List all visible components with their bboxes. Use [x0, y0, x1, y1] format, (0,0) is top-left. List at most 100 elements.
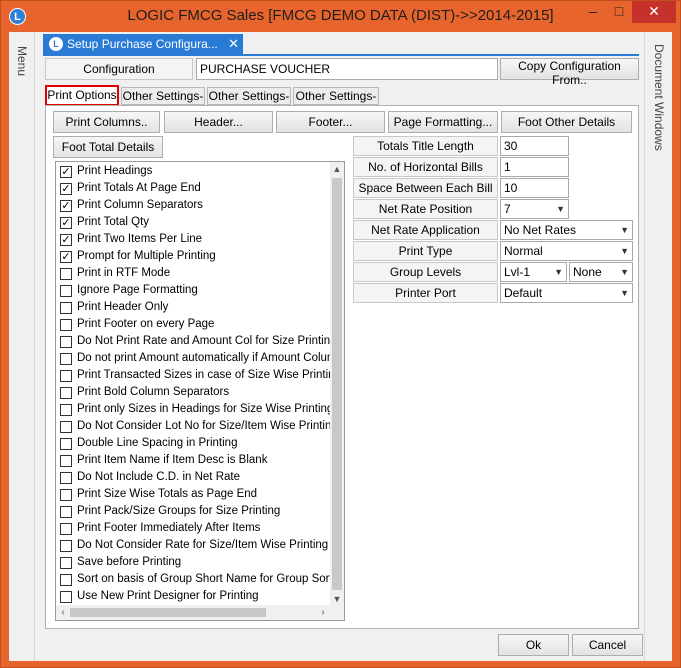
- checklist-item[interactable]: Double Line Spacing in Printing: [60, 436, 332, 453]
- page-formatting-button[interactable]: Page Formatting...: [388, 111, 498, 133]
- checklist-item[interactable]: Save before Printing: [60, 555, 332, 572]
- space-between-bills-label: Space Between Each Bill: [353, 178, 498, 198]
- group-levels-select[interactable]: Lvl-1 ▼: [500, 262, 567, 282]
- checkbox-unchecked[interactable]: [60, 353, 72, 365]
- checkbox-unchecked[interactable]: [60, 302, 72, 314]
- foot-other-details-button[interactable]: Foot Other Details: [501, 111, 632, 133]
- printer-port-select[interactable]: Default ▼: [500, 283, 633, 303]
- checkbox-unchecked[interactable]: [60, 574, 72, 586]
- checkbox-unchecked[interactable]: [60, 387, 72, 399]
- checklist-item[interactable]: Print Pack/Size Groups for Size Printing: [60, 504, 332, 521]
- minimize-button[interactable]: –: [580, 1, 606, 23]
- checklist-item[interactable]: Do Not Consider Lot No for Size/Item Wis…: [60, 419, 332, 436]
- header-button[interactable]: Header...: [164, 111, 273, 133]
- checkbox-unchecked[interactable]: [60, 523, 72, 535]
- checklist-item-label: Print Column Separators: [77, 199, 203, 211]
- close-button[interactable]: ✕: [632, 1, 676, 23]
- checklist-item[interactable]: ✓ Print Total Qty: [60, 215, 332, 232]
- checkbox-unchecked[interactable]: [60, 319, 72, 331]
- checklist-item[interactable]: Ignore Page Formatting: [60, 283, 332, 300]
- checklist-horizontal-scrollbar[interactable]: ‹ ›: [56, 605, 344, 620]
- menu-sidebar[interactable]: Menu: [9, 32, 35, 661]
- checkbox-unchecked[interactable]: [60, 421, 72, 433]
- checklist-item[interactable]: ✓ Print Two Items Per Line: [60, 232, 332, 249]
- checklist-item[interactable]: ✓ Print Totals At Page End: [60, 181, 332, 198]
- checklist-item-label: Print Totals At Page End: [77, 182, 201, 194]
- checkbox-checked[interactable]: ✓: [60, 251, 72, 263]
- checkbox-unchecked[interactable]: [60, 404, 72, 416]
- print-columns-button[interactable]: Print Columns..: [53, 111, 160, 133]
- checklist-item[interactable]: Print in RTF Mode: [60, 266, 332, 283]
- checklist-item[interactable]: Print Transacted Sizes in case of Size W…: [60, 368, 332, 385]
- checkbox-unchecked[interactable]: [60, 489, 72, 501]
- checklist-item[interactable]: Sort on basis of Group Short Name for Gr…: [60, 572, 332, 589]
- checklist-item[interactable]: Do Not Consider Rate for Size/Item Wise …: [60, 538, 332, 555]
- document-tab-close-icon[interactable]: ✕: [228, 34, 239, 54]
- checklist-item[interactable]: ✓ Print Column Separators: [60, 198, 332, 215]
- net-rate-application-select[interactable]: No Net Rates ▼: [500, 220, 633, 240]
- checkbox-unchecked[interactable]: [60, 472, 72, 484]
- checkbox-unchecked[interactable]: [60, 438, 72, 450]
- checkbox-checked[interactable]: ✓: [60, 217, 72, 229]
- footer-button[interactable]: Footer...: [276, 111, 385, 133]
- group-levels-secondary-select[interactable]: None ▼: [569, 262, 633, 282]
- document-windows-sidebar[interactable]: Document Windows: [644, 32, 672, 661]
- checkbox-unchecked[interactable]: [60, 591, 72, 603]
- document-tab-setup-purchase[interactable]: L Setup Purchase Configura... ✕: [43, 34, 243, 54]
- checkbox-checked[interactable]: ✓: [60, 183, 72, 195]
- configuration-field[interactable]: PURCHASE VOUCHER: [196, 58, 498, 80]
- scroll-down-icon[interactable]: ▼: [330, 592, 344, 606]
- space-between-bills-input[interactable]: 10: [500, 178, 569, 198]
- printer-port-value: Default: [504, 286, 543, 300]
- checklist-item[interactable]: ✓ Prompt for Multiple Printing: [60, 249, 332, 266]
- checkbox-unchecked[interactable]: [60, 268, 72, 280]
- checklist-item[interactable]: Use New Print Designer for Printing: [60, 589, 332, 606]
- print-type-select[interactable]: Normal ▼: [500, 241, 633, 261]
- net-rate-position-select[interactable]: 7 ▼: [500, 199, 569, 219]
- tab-other-settings-1[interactable]: Other Settings-1: [121, 87, 205, 119]
- scroll-left-icon[interactable]: ‹: [56, 605, 70, 620]
- checklist-item[interactable]: Do Not Print Rate and Amount Col for Siz…: [60, 334, 332, 351]
- copy-configuration-button[interactable]: Copy Configuration From..: [500, 58, 639, 87]
- checklist-item-label: Print Transacted Sizes in case of Size W…: [77, 369, 332, 381]
- checklist-item[interactable]: Print Bold Column Separators: [60, 385, 332, 402]
- scroll-right-icon[interactable]: ›: [316, 605, 330, 620]
- checkbox-checked[interactable]: ✓: [60, 234, 72, 246]
- tab-other-settings-2[interactable]: Other Settings-2: [207, 87, 291, 119]
- checkbox-unchecked[interactable]: [60, 540, 72, 552]
- horizontal-bills-input[interactable]: 1: [500, 157, 569, 177]
- checklist-item[interactable]: Print Header Only: [60, 300, 332, 317]
- tab-print-options[interactable]: Print Options: [45, 85, 119, 106]
- checkbox-unchecked[interactable]: [60, 285, 72, 297]
- title-bar[interactable]: L LOGIC FMCG Sales [FMCG DEMO DATA (DIST…: [1, 1, 680, 32]
- checkbox-unchecked[interactable]: [60, 506, 72, 518]
- maximize-button[interactable]: □: [606, 1, 632, 23]
- checklist-item[interactable]: Do Not Include C.D. in Net Rate: [60, 470, 332, 487]
- checkbox-checked[interactable]: ✓: [60, 166, 72, 178]
- checkbox-unchecked[interactable]: [60, 336, 72, 348]
- document-windows-label[interactable]: Document Windows: [652, 44, 666, 151]
- totals-title-length-input[interactable]: 30: [500, 136, 569, 156]
- checkbox-unchecked[interactable]: [60, 557, 72, 569]
- checklist-item[interactable]: Print Footer Immediately After Items: [60, 521, 332, 538]
- checklist-item[interactable]: Print Item Name if Item Desc is Blank: [60, 453, 332, 470]
- checklist-item[interactable]: Print Footer on every Page: [60, 317, 332, 334]
- tab-other-settings-3[interactable]: Other Settings-3: [293, 87, 379, 119]
- menu-sidebar-label[interactable]: Menu: [15, 46, 29, 76]
- checklist-vertical-scrollbar[interactable]: ▲ ▼: [330, 162, 344, 606]
- checklist-item[interactable]: ✓ Print Headings: [60, 164, 332, 181]
- horizontal-bills-label: No. of Horizontal Bills: [353, 157, 498, 177]
- checkbox-unchecked[interactable]: [60, 455, 72, 467]
- scroll-up-icon[interactable]: ▲: [330, 162, 344, 176]
- vertical-scroll-thumb[interactable]: [332, 178, 342, 590]
- checklist-item[interactable]: Print only Sizes in Headings for Size Wi…: [60, 402, 332, 419]
- checkbox-unchecked[interactable]: [60, 370, 72, 382]
- ok-button[interactable]: Ok: [498, 634, 569, 656]
- checkbox-checked[interactable]: ✓: [60, 200, 72, 212]
- print-options-checklist[interactable]: ✓ Print Headings ✓ Print Totals At Page End…: [55, 161, 345, 621]
- cancel-button[interactable]: Cancel: [572, 634, 643, 656]
- checklist-item[interactable]: Do not print Amount automatically if Amo…: [60, 351, 332, 368]
- horizontal-scroll-thumb[interactable]: [70, 608, 266, 617]
- checklist-item[interactable]: Print Size Wise Totals as Page End: [60, 487, 332, 504]
- foot-total-details-button[interactable]: Foot Total Details: [53, 136, 163, 158]
